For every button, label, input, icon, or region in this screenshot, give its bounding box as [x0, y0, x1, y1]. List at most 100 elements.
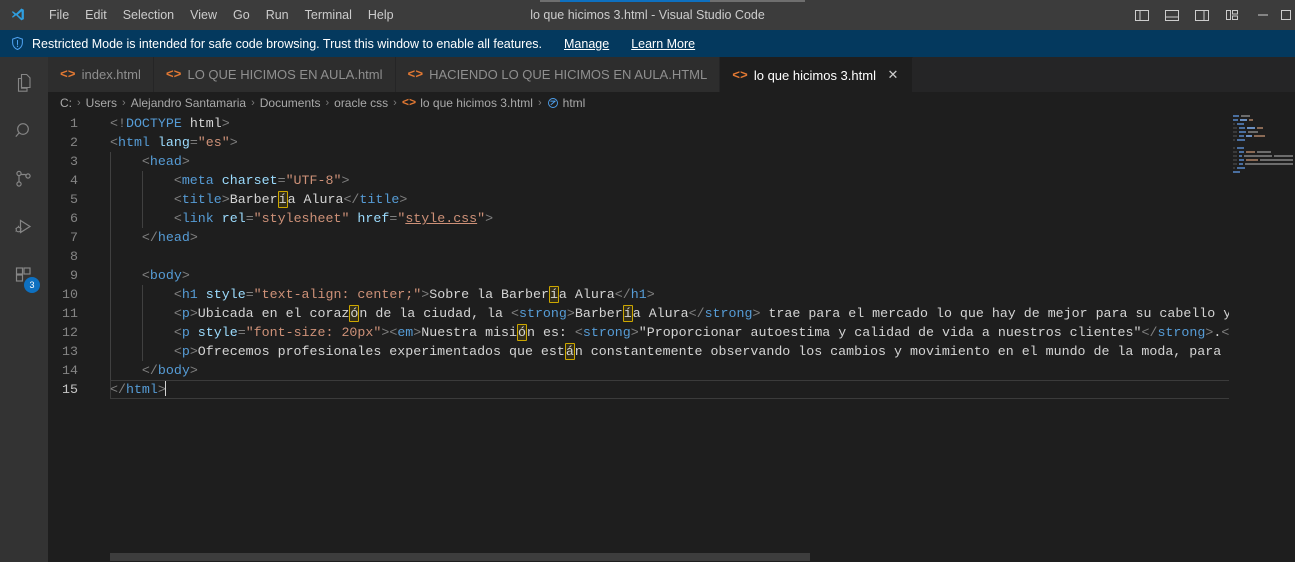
breadcrumb-separator-icon: ›: [77, 97, 81, 109]
menu-go[interactable]: Go: [225, 4, 258, 26]
source-control-icon: [12, 167, 36, 196]
menu-run[interactable]: Run: [258, 4, 297, 26]
code-line[interactable]: 12 <p style="font-size: 20px"><em>Nuestr…: [48, 323, 1295, 342]
line-content: <p>Ofrecemos profesionales experimentado…: [100, 342, 1295, 361]
line-content: <link rel="stylesheet" href="style.css">: [100, 209, 1295, 228]
breadcrumb-item-documents[interactable]: Documents: [260, 96, 321, 110]
symbol-html-icon: [547, 96, 559, 110]
line-number: 5: [70, 192, 78, 207]
close-icon[interactable]: ✕: [886, 67, 900, 83]
html-file-icon: <>: [165, 67, 182, 82]
editor-horizontal-scrollbar[interactable]: [110, 552, 1280, 562]
tab-lo-que-hicimos-en-aula-html[interactable]: <> LO QUE HICIMOS EN AULA.html: [153, 57, 396, 92]
line-content: </html>: [110, 381, 166, 397]
breadcrumb-item-symbol[interactable]: html: [563, 96, 586, 110]
title-bar: File Edit Selection View Go Run Terminal…: [0, 0, 1295, 30]
breadcrumb-item-users[interactable]: Users: [86, 96, 117, 110]
code-line[interactable]: 11 <p>Ubicada en el corazón de la ciudad…: [48, 304, 1295, 323]
progress-bar: [560, 0, 710, 2]
line-content: </head>: [100, 228, 1295, 247]
line-content: <title>Barbería Alura</title>: [100, 190, 1295, 209]
menu-terminal[interactable]: Terminal: [297, 4, 360, 26]
code-line[interactable]: 1 <!DOCTYPE html>: [48, 114, 1295, 133]
code-line[interactable]: 4 <meta charset="UTF-8">: [48, 171, 1295, 190]
line-content: [100, 247, 1295, 266]
html-file-icon: <>: [60, 67, 76, 82]
search-icon: [12, 119, 36, 148]
line-number: 12: [62, 325, 78, 340]
menu-file[interactable]: File: [41, 4, 77, 26]
tab-lo-que-hicimos-3-html[interactable]: <> lo que hicimos 3.html ✕: [720, 57, 913, 92]
run-debug-icon: [12, 215, 36, 244]
line-content: <head>: [100, 152, 1295, 171]
code-line[interactable]: 5 <title>Barbería Alura</title>: [48, 190, 1295, 209]
sidebar-item-explorer[interactable]: [0, 61, 48, 109]
sidebar-item-source-control[interactable]: [0, 157, 48, 205]
shield-icon: [10, 36, 25, 51]
code-line[interactable]: 14 </body>: [48, 361, 1295, 380]
customize-layout-icon[interactable]: [1217, 0, 1247, 30]
minimap[interactable]: [1229, 114, 1295, 562]
code-line[interactable]: 9 <body>: [48, 266, 1295, 285]
breadcrumb-item-user[interactable]: Alejandro Santamaria: [131, 96, 246, 110]
html-file-icon: <>: [401, 96, 417, 110]
breadcrumb-item-oracle-css[interactable]: oracle css: [334, 96, 388, 110]
minimize-icon[interactable]: [1247, 0, 1279, 30]
line-number: 14: [62, 363, 78, 378]
toggle-primary-sidebar-icon[interactable]: [1127, 0, 1157, 30]
menu-view[interactable]: View: [182, 4, 225, 26]
line-content: <meta charset="UTF-8">: [100, 171, 1295, 190]
html-file-icon: <>: [407, 67, 424, 82]
minimap-line: [1229, 170, 1295, 174]
line-number: 13: [62, 344, 78, 359]
line-content: </body>: [100, 361, 1295, 380]
menu-help[interactable]: Help: [360, 4, 402, 26]
code-line[interactable]: 8: [48, 247, 1295, 266]
scrollbar-thumb[interactable]: [110, 553, 810, 561]
line-number: 4: [70, 173, 78, 188]
maximize-icon[interactable]: [1279, 0, 1295, 30]
code-line[interactable]: 2 <html lang="es">: [48, 133, 1295, 152]
line-number: 1: [70, 116, 78, 131]
breadcrumb-item-drive[interactable]: C:: [60, 96, 72, 110]
menu-bar: File Edit Selection View Go Run Terminal…: [41, 4, 402, 26]
editor-vertical-scrollbar[interactable]: [1215, 114, 1229, 562]
sidebar-item-run-and-debug[interactable]: [0, 205, 48, 253]
toggle-secondary-sidebar-icon[interactable]: [1187, 0, 1217, 30]
sidebar-item-search[interactable]: [0, 109, 48, 157]
code-line[interactable]: 6 <link rel="stylesheet" href="style.css…: [48, 209, 1295, 228]
breadcrumb-item-file[interactable]: lo que hicimos 3.html: [420, 96, 533, 110]
text-cursor: [164, 381, 166, 396]
line-number: 9: [70, 268, 78, 283]
banner-message: Restricted Mode is intended for safe cod…: [32, 36, 542, 51]
tab-label: HACIENDO LO QUE HICIMOS EN AULA.HTML: [429, 67, 708, 82]
tab-index-html[interactable]: <> index.html: [48, 57, 154, 92]
tab-haciendo-lo-que-hicimos-en-aula-html[interactable]: <> HACIENDO LO QUE HICIMOS EN AULA.HTML: [395, 57, 721, 92]
tab-label: index.html: [81, 67, 141, 82]
line-number: 3: [70, 154, 78, 169]
line-number: 11: [62, 306, 78, 321]
code-editor[interactable]: 1 <!DOCTYPE html> 2 <html lang="es"> 3 <…: [48, 114, 1295, 562]
line-content: <p style="font-size: 20px"><em>Nuestra m…: [100, 323, 1295, 342]
sidebar-item-extensions[interactable]: 3: [0, 253, 48, 301]
restricted-mode-banner: Restricted Mode is intended for safe cod…: [0, 30, 1295, 57]
title-bar-actions: [1127, 0, 1295, 30]
line-content: <p>Ubicada en el corazón de la ciudad, l…: [100, 304, 1295, 323]
banner-manage-link[interactable]: Manage: [564, 37, 609, 51]
line-number: 8: [70, 249, 78, 264]
activity-bar: 3: [0, 57, 48, 562]
editor-tab-bar: <> index.html <> LO QUE HICIMOS EN AULA.…: [48, 57, 1295, 92]
banner-learn-more-link[interactable]: Learn More: [631, 37, 695, 51]
code-line[interactable]: 13 <p>Ofrecemos profesionales experiment…: [48, 342, 1295, 361]
menu-edit[interactable]: Edit: [77, 4, 115, 26]
tab-label: lo que hicimos 3.html: [753, 67, 876, 83]
code-line[interactable]: 3 <head>: [48, 152, 1295, 171]
line-number: 2: [70, 135, 78, 150]
code-line-active[interactable]: 15 </html>: [48, 380, 1295, 399]
code-line[interactable]: 10 <h1 style="text-align: center;">Sobre…: [48, 285, 1295, 304]
editor-group: <> index.html <> LO QUE HICIMOS EN AULA.…: [48, 57, 1295, 562]
code-line[interactable]: 7 </head>: [48, 228, 1295, 247]
line-content: <html lang="es">: [110, 135, 238, 150]
toggle-panel-icon[interactable]: [1157, 0, 1187, 30]
menu-selection[interactable]: Selection: [115, 4, 182, 26]
